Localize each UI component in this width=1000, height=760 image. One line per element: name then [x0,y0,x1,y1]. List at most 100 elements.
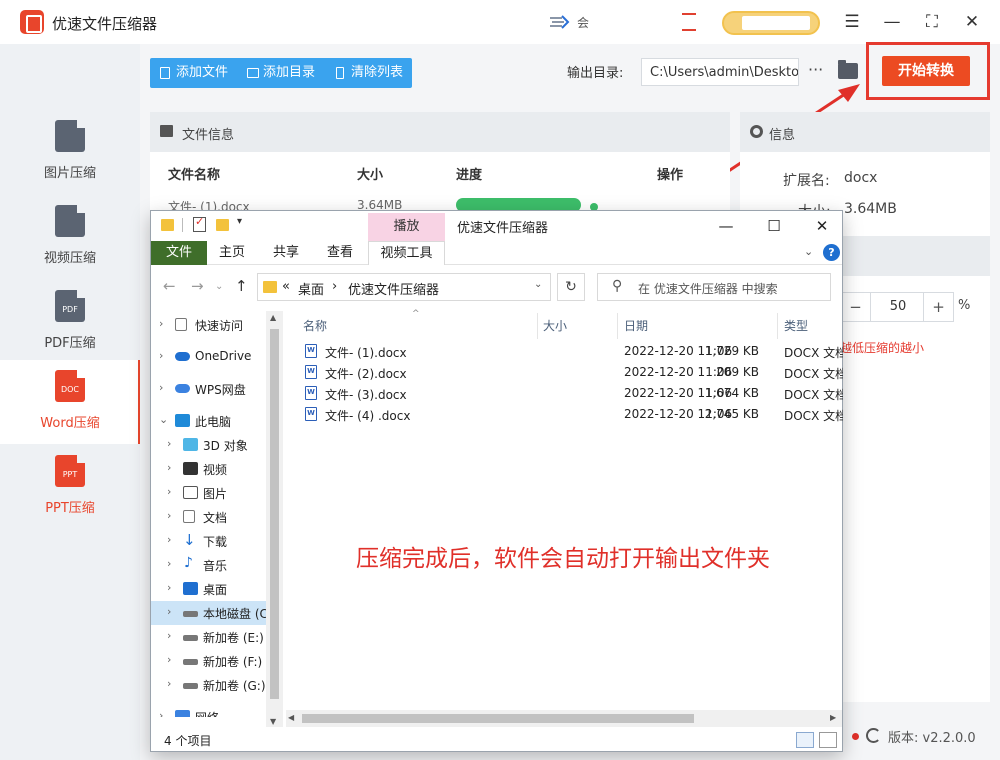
start-convert-button[interactable]: 开始转换 [882,56,970,86]
tab-file[interactable]: 文件 [151,241,207,265]
decrement-button[interactable]: − [841,293,871,321]
list-header-size[interactable]: 大小 [543,317,567,334]
computer-icon [175,414,190,427]
ext-label: 扩展名: [783,173,830,189]
breadcrumb-overflow[interactable]: « [282,279,290,294]
add-directory-button[interactable]: 添加目录 [245,58,315,88]
explorer-title: 优速文件压缩器 [457,221,549,236]
col-progress[interactable]: 进度 [456,164,482,183]
tab-video-tools[interactable]: 视频工具 [368,241,445,265]
tree-item-pictures[interactable]: › 图片 [151,481,283,505]
sidebar-item-word[interactable]: DOC Word压缩 [0,360,140,444]
member-text[interactable]: 会 [577,14,589,31]
navigation-pane: › 快速访问 › OneDrive › WPS网盘 ⌄ 此电脑 › 3D 对象 … [151,309,283,717]
more-options-button[interactable]: ··· [808,60,823,79]
tab-view[interactable]: 查看 [319,241,361,265]
desktop-icon [183,582,198,595]
address-bar[interactable]: « 桌面 › 优速文件压缩器 ⌄ [257,273,551,301]
tree-item-drive-e[interactable]: › 新加卷 (E:) [151,625,283,649]
picture-icon [183,486,198,499]
cube-icon [183,438,198,451]
new-folder-icon[interactable] [216,219,229,231]
app-logo-icon [20,10,44,34]
tree-item-quick-access[interactable]: › 快速访问 [151,313,283,337]
search-placeholder: 在 优速文件压缩器 中搜索 [638,282,778,296]
ppt-file-icon: PPT [55,455,85,487]
tab-home[interactable]: 主页 [211,241,253,265]
promo-icon[interactable] [682,13,696,31]
clear-list-button[interactable]: 清除列表 [333,58,403,88]
col-size[interactable]: 大小 [357,164,383,183]
forward-icon[interactable]: → [191,277,204,295]
breadcrumb-desktop[interactable]: 桌面 [298,279,324,298]
up-icon[interactable]: ↑ [235,277,248,295]
explorer-minimize-button[interactable]: — [713,215,739,237]
table-row[interactable]: W 文件- (3).docx 1,674 KB 2022-12-20 11:06… [287,383,843,404]
list-header-name[interactable]: 名称 [303,317,327,334]
tree-item-desktop[interactable]: › 桌面 [151,577,283,601]
col-action[interactable]: 操作 [657,164,683,183]
nav-scrollbar[interactable]: ▲ ▼ [266,311,283,731]
tree-item-music[interactable]: › ♪ 音乐 [151,553,283,577]
table-row[interactable]: W 文件- (4) .docx 2,745 KB 2022-12-20 11:0… [287,404,843,425]
explorer-close-button[interactable]: ✕ [809,215,835,237]
tree-item-3d[interactable]: › 3D 对象 [151,433,283,457]
tree-item-drive-c[interactable]: › 本地磁盘 (C [151,601,283,625]
tree-item-onedrive[interactable]: › OneDrive [151,345,283,369]
file-type: DOCX 文档 [784,367,843,381]
help-icon[interactable]: ? [823,244,840,261]
tree-item-wps[interactable]: › WPS网盘 [151,377,283,401]
list-header-date[interactable]: 日期 [624,317,648,334]
explorer-titlebar: ▾ 播放 优速文件压缩器 — ☐ ✕ [151,211,842,241]
search-box[interactable]: ⚲ 在 优速文件压缩器 中搜索 [597,273,831,301]
refresh-button[interactable]: ↻ [557,273,585,301]
quality-stepper[interactable]: − 50 + [840,292,954,322]
sidebar-item-video[interactable]: 视频压缩 [0,195,140,279]
tree-item-network[interactable]: › 网络 [151,705,283,717]
h-scroll-thumb[interactable] [302,714,694,723]
tree-item-documents[interactable]: › 文档 [151,505,283,529]
address-dropdown-icon[interactable]: ⌄ [534,279,542,290]
breadcrumb-current[interactable]: 优速文件压缩器 [348,279,439,298]
cloud-icon [175,384,190,393]
file-action-group: 添加文件 添加目录 清除列表 [150,58,412,88]
sidebar-item-label: Word压缩 [40,416,100,431]
sidebar-item-pdf[interactable]: PDF PDF压缩 [0,280,140,364]
tree-item-drive-g[interactable]: › 新加卷 (G:) [151,673,283,697]
recent-dropdown-icon[interactable]: ⌄ [215,281,223,292]
table-row[interactable]: W 文件- (2).docx 209 KB 2022-12-20 11:06 D… [287,362,843,383]
horizontal-scrollbar[interactable]: ◀ ▶ [286,710,842,727]
user-account-pill[interactable] [722,11,820,35]
increment-button[interactable]: + [923,293,953,321]
sidebar-item-image[interactable]: 图片压缩 [0,110,140,194]
minimize-button[interactable]: — [880,10,904,34]
nav-scroll-thumb[interactable] [270,329,279,699]
add-file-button[interactable]: 添加文件 [158,58,228,88]
menu-icon[interactable]: ☰ [840,10,864,34]
tree-item-videos[interactable]: › 视频 [151,457,283,481]
tab-share[interactable]: 共享 [265,241,307,265]
quick-access-dropdown[interactable]: ▾ [237,216,242,227]
refresh-icon[interactable] [866,728,881,743]
document-icon [183,510,195,523]
col-filename[interactable]: 文件名称 [168,164,220,183]
back-icon[interactable]: ← [163,277,176,295]
file-type: DOCX 文档 [784,409,843,423]
quality-value[interactable]: 50 [879,299,917,314]
tree-item-drive-f[interactable]: › 新加卷 (F:) [151,649,283,673]
properties-icon[interactable] [193,215,206,232]
close-button[interactable]: ✕ [960,10,984,34]
sidebar-item-ppt[interactable]: PPT PPT压缩 [0,445,140,529]
details-view-icon[interactable] [796,732,814,748]
list-header-type[interactable]: 类型 [784,317,808,334]
open-folder-icon[interactable] [838,60,858,79]
explorer-maximize-button[interactable]: ☐ [761,215,787,237]
maximize-button[interactable]: ⛶ [920,10,944,34]
folder-icon [161,219,174,231]
tiles-view-icon[interactable] [819,732,837,748]
expand-ribbon-icon[interactable]: ⌄ [804,245,813,258]
tree-item-downloads[interactable]: › ↓ 下载 [151,529,283,553]
table-row[interactable]: W 文件- (1).docx 1,729 KB 2022-12-20 11:06… [287,341,843,362]
navigation-bar: ← → ⌄ ↑ « 桌面 › 优速文件压缩器 ⌄ ↻ ⚲ 在 优速文件压缩器 中… [151,269,842,303]
tree-item-this-pc[interactable]: ⌄ 此电脑 [151,409,283,433]
